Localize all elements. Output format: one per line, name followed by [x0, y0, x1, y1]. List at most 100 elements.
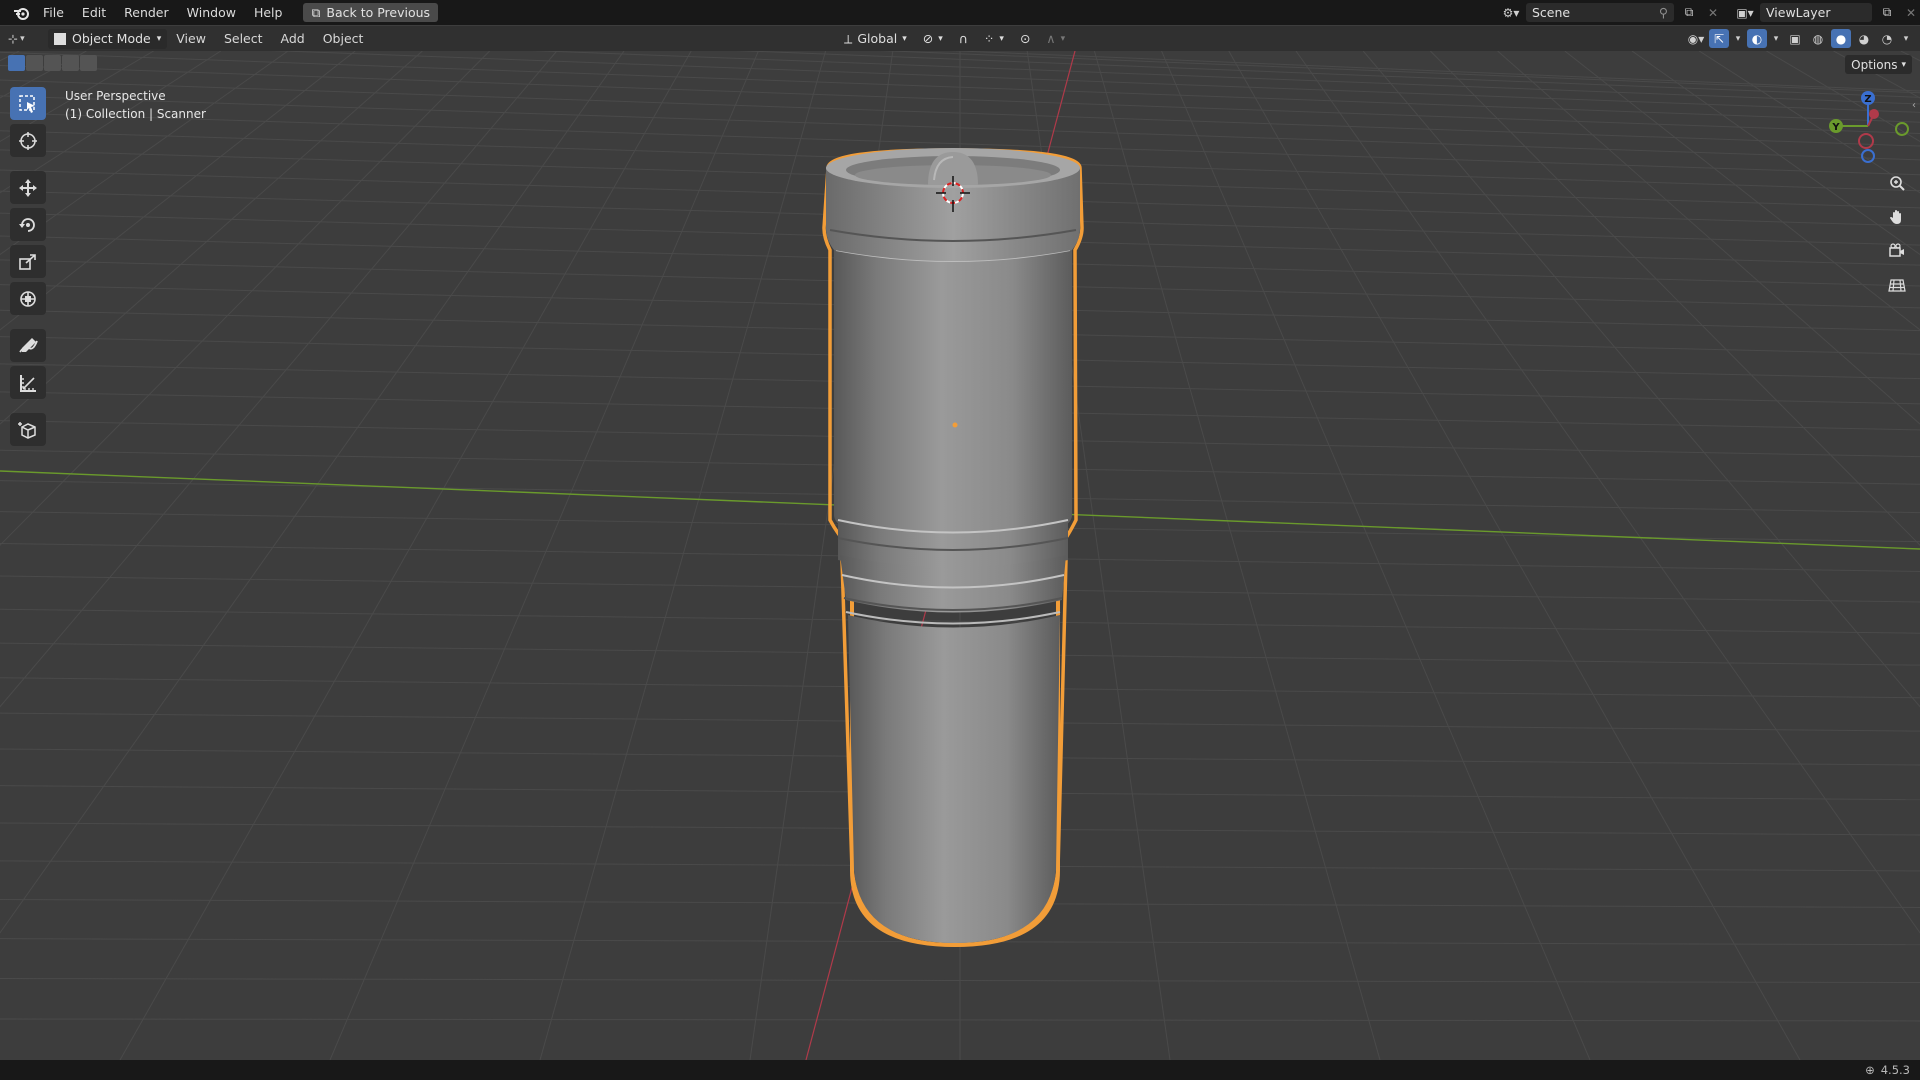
- status-bar: ⊕ 4.5.3: [0, 1060, 1920, 1080]
- interaction-mode-dropdown[interactable]: Object Mode ▾: [48, 28, 168, 49]
- back-to-previous-button[interactable]: ⧉ Back to Previous: [303, 3, 439, 22]
- back-to-previous-label: Back to Previous: [326, 5, 431, 20]
- scale-tool[interactable]: [10, 245, 46, 278]
- navigation-widgets: [1884, 170, 1910, 298]
- menu-render[interactable]: Render: [115, 2, 178, 24]
- perspective-toggle-icon[interactable]: [1884, 272, 1910, 298]
- visibility-icon[interactable]: ◉▾: [1686, 29, 1706, 48]
- x-axis-icon[interactable]: [1869, 109, 1879, 119]
- transform-tool[interactable]: [10, 282, 46, 315]
- cursor-icon: [19, 131, 37, 150]
- scene-browse-icon[interactable]: ⚙▾: [1502, 4, 1520, 22]
- tool-shelf: [8, 87, 48, 446]
- neg-z-axis-icon[interactable]: [1861, 149, 1875, 163]
- snap-target-dropdown[interactable]: ⁘ ▾: [978, 29, 1010, 48]
- viewport-display-tools: ◉▾ ⇱ ▾ ◐ ▾ ▣ ◍ ● ◕ ◔ ▾: [1686, 29, 1912, 48]
- chevron-down-icon: ▾: [999, 33, 1004, 44]
- xray-toggle-icon[interactable]: ▣: [1785, 29, 1805, 48]
- scanner-object[interactable]: [822, 148, 1084, 948]
- delete-viewlayer-icon[interactable]: ✕: [1902, 4, 1920, 22]
- selection-mode-buttons: [8, 55, 97, 71]
- viewlayer-browse-icon[interactable]: ▣▾: [1736, 4, 1754, 22]
- scene-name: Scene: [1532, 5, 1571, 20]
- measure-tool[interactable]: [10, 366, 46, 399]
- viewlayer-field[interactable]: ViewLayer: [1760, 3, 1872, 22]
- version-info: ⊕ 4.5.3: [1865, 1063, 1910, 1077]
- menu-file[interactable]: File: [34, 2, 73, 24]
- move-tool[interactable]: [10, 171, 46, 204]
- gizmo-toggle-icon[interactable]: ⇱: [1709, 29, 1729, 48]
- neg-y-axis-icon[interactable]: [1895, 122, 1909, 136]
- chevron-down-icon[interactable]: ▾: [1732, 29, 1744, 48]
- menu-help[interactable]: Help: [245, 2, 292, 24]
- blender-logo-icon[interactable]: [8, 3, 34, 23]
- new-viewlayer-icon[interactable]: ⧉: [1878, 4, 1896, 22]
- transform-orientation-dropdown[interactable]: ⟂ Global ▾: [838, 29, 913, 48]
- globe-icon: ⊕: [1865, 1063, 1875, 1077]
- annotate-tool[interactable]: [10, 329, 46, 362]
- snap-grid-icon: ⁘: [983, 31, 995, 46]
- pivot-point-dropdown[interactable]: ⊘ ▾: [917, 29, 949, 48]
- select-subtract-icon[interactable]: [44, 55, 61, 71]
- select-intersect-icon[interactable]: [80, 55, 97, 71]
- proportional-falloff-dropdown[interactable]: ∧ ▾: [1040, 29, 1071, 48]
- cursor-tool[interactable]: [10, 124, 46, 157]
- gizmo-z-label: Z: [1864, 94, 1871, 105]
- collection-info: (1) Collection | Scanner: [65, 107, 206, 121]
- select-box-tool[interactable]: [10, 87, 46, 120]
- scene-field[interactable]: Scene ⚲: [1526, 3, 1674, 22]
- chevron-down-icon: ▾: [156, 33, 162, 44]
- select-invert-icon[interactable]: [62, 55, 79, 71]
- neg-x-axis-icon[interactable]: [1858, 133, 1874, 149]
- menu-select[interactable]: Select: [215, 29, 272, 49]
- menu-window[interactable]: Window: [178, 2, 245, 24]
- rotate-icon: [19, 217, 35, 232]
- camera-view-icon[interactable]: [1884, 238, 1910, 264]
- proportional-editing-toggle[interactable]: ⊙: [1014, 29, 1036, 48]
- main-body-shaded: [834, 250, 1072, 540]
- rotate-tool[interactable]: [10, 208, 46, 241]
- chevron-down-icon[interactable]: ▾: [1770, 29, 1782, 48]
- measure-icon: [20, 374, 36, 392]
- editor-type-selector[interactable]: ⊹ ▾: [8, 29, 42, 49]
- orientation-label: Global: [857, 31, 898, 46]
- pin-icon[interactable]: ⚲: [1659, 5, 1668, 20]
- solid-shading-icon[interactable]: ●: [1831, 29, 1851, 48]
- view-name: User Perspective: [65, 89, 166, 103]
- transform-icon: [20, 290, 36, 307]
- options-label: Options: [1851, 57, 1898, 72]
- menu-edit[interactable]: Edit: [73, 2, 115, 24]
- menu-add[interactable]: Add: [272, 29, 314, 49]
- delete-scene-icon[interactable]: ✕: [1704, 4, 1722, 22]
- sidebar-toggle-icon[interactable]: ‹: [1912, 100, 1920, 116]
- chevron-down-icon: ▾: [20, 33, 25, 44]
- pan-hand-icon[interactable]: [1884, 204, 1910, 230]
- snap-toggle[interactable]: ∩: [953, 29, 974, 48]
- select-extend-icon[interactable]: [26, 55, 43, 71]
- menu-object[interactable]: Object: [314, 29, 373, 49]
- viewport-canvas[interactable]: [0, 51, 1920, 1060]
- menu-view[interactable]: View: [167, 29, 215, 49]
- magnet-icon: ∩: [958, 31, 968, 46]
- add-cube-icon: [18, 421, 36, 439]
- navigation-gizmo[interactable]: Z Y: [1822, 86, 1912, 166]
- chevron-down-icon: ▾: [1901, 59, 1906, 70]
- 3d-viewport[interactable]: [0, 51, 1920, 1060]
- add-cube-tool[interactable]: [10, 413, 46, 446]
- scale-icon: [19, 253, 36, 270]
- falloff-curve-icon: ∧: [1046, 31, 1056, 46]
- workspace-selectors: ⚙▾ Scene ⚲ ⧉ ✕ ▣▾ ViewLayer ⧉ ✕: [1502, 2, 1920, 23]
- proportional-icon: ⊙: [1019, 31, 1031, 46]
- rendered-shading-icon[interactable]: ◔: [1877, 29, 1897, 48]
- zoom-icon[interactable]: [1884, 170, 1910, 196]
- new-scene-icon[interactable]: ⧉: [1680, 4, 1698, 22]
- wireframe-shading-icon[interactable]: ◍: [1808, 29, 1828, 48]
- select-new-icon[interactable]: [8, 55, 25, 71]
- options-dropdown[interactable]: Options ▾: [1845, 55, 1912, 74]
- overlays-toggle-icon[interactable]: ◐: [1747, 29, 1767, 48]
- material-preview-shading-icon[interactable]: ◕: [1854, 29, 1874, 48]
- 3d-viewport-icon: ⊹: [8, 31, 19, 46]
- object-origin: [952, 422, 958, 428]
- viewlayer-name: ViewLayer: [1766, 5, 1831, 20]
- chevron-down-icon[interactable]: ▾: [1900, 29, 1912, 48]
